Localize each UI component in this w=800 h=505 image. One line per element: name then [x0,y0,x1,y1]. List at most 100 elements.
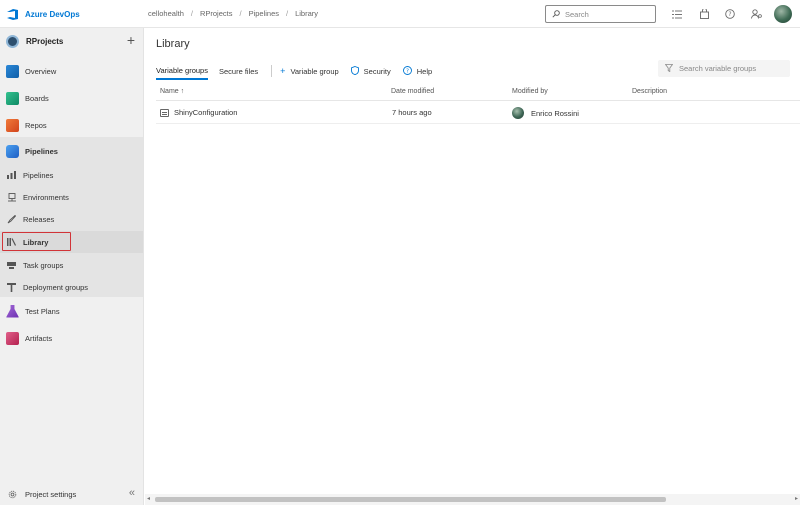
row-modified-by-cell: Enrico Rossini [512,107,579,119]
brand-name: Azure DevOps [25,10,80,19]
add-icon[interactable]: + [127,32,135,48]
sidebar-subitem-pipelines[interactable]: Pipelines [0,164,143,186]
help-icon[interactable]: ? [724,8,736,20]
search-placeholder: Search [565,10,589,19]
sidebar-item-label: Artifacts [25,334,52,343]
search-input[interactable]: Search [545,5,656,23]
artifacts-icon [6,332,19,345]
sidebar-item-test-plans[interactable]: Test Plans [0,300,143,322]
column-date-modified[interactable]: Date modified [391,88,434,95]
sidebar-item-label: Environments [23,193,69,202]
task-groups-icon [7,261,16,270]
list-icon[interactable] [671,8,683,20]
search-icon [552,10,560,18]
security-label: Security [364,67,391,76]
help-circle-icon: ? [403,66,412,77]
sidebar-item-label: Pipelines [25,147,58,156]
breadcrumb-project[interactable]: RProjects [200,9,233,18]
avatar [512,107,524,119]
sidebar-item-label: Test Plans [25,307,60,316]
collapse-sidebar-icon[interactable]: « [129,487,135,499]
breadcrumb-separator: / [191,9,193,18]
breadcrumb-library[interactable]: Library [295,9,318,18]
filter-funnel-icon [665,64,673,74]
breadcrumb: cellohealth / RProjects / Pipelines / Li… [148,9,318,18]
gear-icon [8,490,17,499]
boards-icon [6,92,19,105]
sidebar-subitem-deployment-groups[interactable]: Deployment groups [0,276,143,298]
test-plans-icon [6,305,19,318]
table-header: Name ↑ Date modified Modified by Descrip… [156,84,800,101]
toolbar-divider [271,65,272,77]
shield-icon [351,66,359,77]
tab-bar: Variable groups Secure files + Variable … [156,62,444,80]
scroll-right-arrow-icon[interactable]: ▸ [795,495,798,502]
sidebar-item-label: Deployment groups [23,283,88,292]
page-title: Library [156,38,190,50]
sidebar-item-label: Pipelines [23,171,53,180]
sidebar-item-label: Repos [25,121,47,130]
shopping-bag-icon[interactable] [698,8,710,20]
breadcrumb-separator: / [239,9,241,18]
tab-variable-groups[interactable]: Variable groups [156,62,208,80]
svg-text:?: ? [728,11,731,18]
row-name-cell[interactable]: ShinyConfiguration [160,108,237,117]
main-content: Library Variable groups Secure files + V… [145,28,800,505]
deployment-groups-icon [7,283,16,292]
sidebar-item-label: Overview [25,67,56,76]
project-name: RProjects [26,37,63,46]
add-variable-group-button[interactable]: + Variable group [280,66,339,76]
project-header[interactable]: RProjects + [0,28,143,55]
security-button[interactable]: Security [351,66,391,77]
row-modified-by: Enrico Rossini [531,109,579,118]
sidebar-item-label: Boards [25,94,49,103]
horizontal-scrollbar[interactable]: ◂ ▸ [145,494,800,505]
plus-icon: + [280,66,285,76]
sidebar: RProjects + Overview Boards Repos Pipeli… [0,28,144,505]
user-avatar[interactable] [774,5,792,23]
row-date-modified: 7 hours ago [392,108,432,117]
top-bar: Azure DevOps cellohealth / RProjects / P… [0,0,800,28]
breadcrumb-organization[interactable]: cellohealth [148,9,184,18]
variable-group-icon [160,109,169,117]
sidebar-item-repos[interactable]: Repos [0,114,143,136]
column-name[interactable]: Name ↑ [160,88,184,95]
sidebar-item-pipelines[interactable]: Pipelines [0,140,143,162]
repos-icon [6,119,19,132]
brand[interactable]: Azure DevOps [6,7,80,21]
filter-input[interactable]: Search variable groups [658,60,790,77]
add-variable-group-label: Variable group [290,67,338,76]
filter-placeholder: Search variable groups [679,64,756,73]
user-settings-icon[interactable] [750,8,762,20]
overview-icon [6,65,19,78]
breadcrumb-pipelines[interactable]: Pipelines [249,9,279,18]
svg-text:?: ? [406,68,409,74]
environments-icon [7,193,16,202]
sidebar-subitem-environments[interactable]: Environments [0,186,143,208]
project-logo-icon [6,35,19,48]
scrollbar-thumb[interactable] [155,497,666,502]
pipelines-sub-icon [7,171,16,180]
scroll-left-arrow-icon[interactable]: ◂ [147,495,150,502]
table-row[interactable]: ShinyConfiguration 7 hours ago Enrico Ro… [156,102,800,124]
tab-secure-files[interactable]: Secure files [219,62,258,80]
pipelines-icon [6,145,19,158]
azure-devops-logo-icon [6,8,19,21]
sidebar-item-label: Task groups [23,261,63,270]
sidebar-item-boards[interactable]: Boards [0,87,143,109]
project-settings-label: Project settings [25,490,76,499]
row-name: ShinyConfiguration [174,108,237,117]
sidebar-item-overview[interactable]: Overview [0,60,143,82]
sidebar-subitem-releases[interactable]: Releases [0,208,143,230]
sidebar-subitem-task-groups[interactable]: Task groups [0,254,143,276]
releases-icon [7,215,16,224]
column-modified-by[interactable]: Modified by [512,88,548,95]
sidebar-item-label: Releases [23,215,54,224]
column-description[interactable]: Description [632,88,667,95]
sidebar-item-artifacts[interactable]: Artifacts [0,327,143,349]
help-button[interactable]: ? Help [403,66,432,77]
breadcrumb-separator: / [286,9,288,18]
help-label: Help [417,67,432,76]
selection-highlight [2,232,71,251]
project-settings-link[interactable]: Project settings « [0,483,143,505]
